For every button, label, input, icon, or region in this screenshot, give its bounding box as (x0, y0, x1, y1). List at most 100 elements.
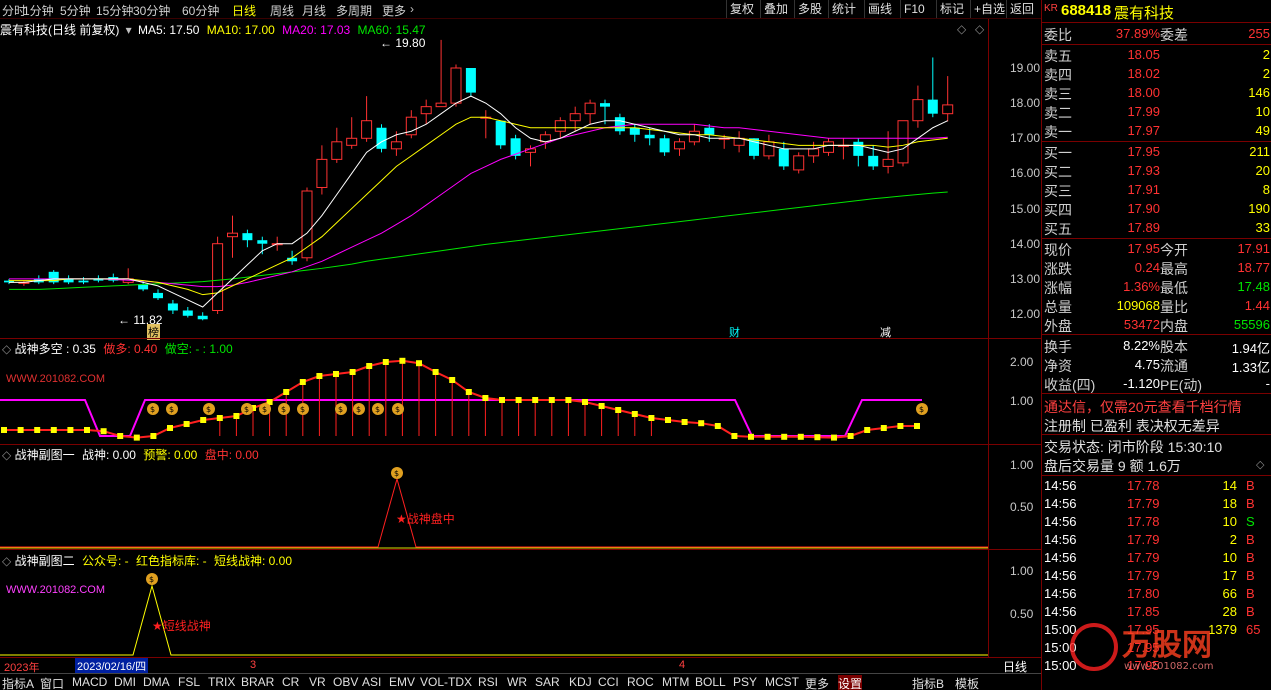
indicator-tab[interactable]: FSL (178, 675, 200, 689)
candle[interactable] (912, 85, 924, 128)
tab-5min[interactable]: 5分钟 (60, 2, 91, 19)
indicator-tab[interactable]: RSI (478, 675, 498, 689)
indicator-tab[interactable]: OBV (333, 675, 358, 689)
candle[interactable] (763, 134, 775, 160)
candle[interactable] (78, 277, 89, 285)
order-book-row[interactable]: 买三 17.91 8 (1042, 180, 1271, 199)
indicator-tab[interactable]: 模板 (955, 675, 979, 690)
tab-30min[interactable]: 30分钟 (133, 2, 170, 19)
candle[interactable] (197, 312, 208, 321)
candle[interactable] (539, 131, 551, 149)
tab-daily[interactable]: 日线 (232, 2, 256, 19)
indicator-tab[interactable]: 指标A (2, 675, 34, 690)
tab-15min[interactable]: 15分钟 (96, 2, 133, 19)
candle[interactable] (495, 120, 506, 149)
indicator-tab[interactable]: DMA (143, 675, 170, 689)
indicator-tab[interactable]: WR (507, 675, 527, 689)
tab-monthly[interactable]: 月线 (302, 2, 326, 19)
order-book-row[interactable]: 卖三 18.00 146 (1042, 83, 1271, 102)
candle[interactable] (853, 138, 864, 167)
indicator-tab[interactable]: 窗口 (40, 675, 64, 690)
indicator-tab[interactable]: 设置 (838, 675, 863, 690)
candle[interactable] (420, 99, 432, 125)
candle[interactable] (837, 138, 849, 160)
ad-link[interactable]: 通达信，仅需20元查看千档行情 (1044, 397, 1242, 417)
candle[interactable] (331, 127, 343, 163)
indicator-tab[interactable]: 更多 (805, 675, 829, 690)
stats-button[interactable]: 统计 (828, 0, 859, 18)
candle[interactable] (346, 117, 358, 149)
candle[interactable] (793, 152, 805, 174)
tab-weekly[interactable]: 周线 (270, 2, 294, 19)
order-book-row[interactable]: 买五 17.89 33 (1042, 218, 1271, 237)
candle[interactable] (450, 64, 462, 107)
candle[interactable] (212, 236, 224, 314)
indicator-tab[interactable]: MTM (662, 675, 689, 689)
candle[interactable] (465, 68, 476, 97)
candle[interactable] (182, 306, 193, 318)
candle[interactable] (108, 273, 119, 283)
candle[interactable] (927, 57, 938, 118)
indicator-tab[interactable]: BOLL (695, 675, 726, 689)
indicator-tab[interactable]: ASI (362, 675, 381, 689)
back-button[interactable]: 返回 (1006, 0, 1037, 18)
draw-line-button[interactable]: 画线 (864, 0, 895, 18)
candle[interactable] (18, 280, 30, 286)
indicator-tab[interactable]: SAR (535, 675, 560, 689)
candle[interactable] (733, 131, 745, 153)
indicator-tab[interactable]: ROC (627, 675, 654, 689)
overlay-button[interactable]: 叠加 (760, 0, 791, 18)
candle[interactable] (167, 299, 178, 314)
indicator-tab[interactable]: CCI (598, 675, 619, 689)
panel-divider[interactable] (0, 338, 1041, 339)
indicator-tab[interactable]: PSY (733, 675, 757, 689)
candle[interactable] (122, 268, 134, 285)
tab-more[interactable]: 更多 (382, 2, 406, 19)
collapse-icon[interactable]: ◇ (2, 554, 11, 568)
indicator-tab[interactable]: VR (309, 675, 326, 689)
indicator-tab[interactable]: MACD (72, 675, 107, 689)
candle[interactable] (242, 229, 253, 248)
indicator-tab[interactable]: CR (282, 675, 299, 689)
indicator-tab[interactable]: DMI (114, 675, 136, 689)
indicator-tab[interactable]: TRIX (208, 675, 235, 689)
candle[interactable] (480, 110, 492, 139)
order-book-row[interactable]: 买一 17.95 211 (1042, 142, 1271, 161)
order-book-row[interactable]: 卖一 17.97 49 (1042, 121, 1271, 140)
candle[interactable] (614, 113, 625, 135)
candle[interactable] (823, 138, 834, 156)
candle[interactable] (435, 39, 447, 108)
candle[interactable] (153, 289, 163, 300)
indicator-tab[interactable]: KDJ (569, 675, 592, 689)
panel-divider[interactable] (0, 549, 1041, 550)
tab-60min[interactable]: 60分钟 (182, 2, 219, 19)
order-book-row[interactable]: 卖五 18.05 2 (1042, 45, 1271, 64)
candle[interactable] (4, 278, 14, 285)
more-chevron-icon[interactable]: › (410, 2, 414, 16)
order-book-row[interactable]: 买二 17.93 20 (1042, 161, 1271, 180)
candle[interactable] (316, 145, 328, 195)
indicator-tab[interactable]: 指标B (912, 675, 944, 690)
candle[interactable] (942, 76, 954, 122)
candle[interactable] (674, 138, 685, 156)
mark-button[interactable]: 标记 (936, 0, 967, 18)
order-book-row[interactable]: 买四 17.90 190 (1042, 199, 1271, 218)
indicator-tab[interactable]: MCST (765, 675, 799, 689)
candle[interactable] (659, 134, 670, 156)
collapse-icon[interactable]: ◇ (2, 342, 11, 356)
indicator-tab[interactable]: BRAR (241, 675, 274, 689)
candle[interactable] (48, 270, 59, 285)
candle[interactable] (897, 120, 909, 167)
candle[interactable] (629, 124, 640, 142)
fuquan-button[interactable]: 复权 (726, 0, 757, 18)
candle[interactable] (376, 124, 387, 153)
f10-button[interactable]: F10 (900, 0, 928, 18)
candle[interactable] (361, 96, 373, 142)
candle[interactable] (227, 215, 238, 258)
collapse-icon[interactable]: ◇ (2, 448, 11, 462)
order-book-row[interactable]: 卖四 18.02 2 (1042, 64, 1271, 83)
candle[interactable] (257, 236, 268, 255)
add-favorite-button[interactable]: +自选 (970, 0, 1008, 18)
candle[interactable] (584, 99, 596, 125)
multi-stock-button[interactable]: 多股 (794, 0, 825, 18)
